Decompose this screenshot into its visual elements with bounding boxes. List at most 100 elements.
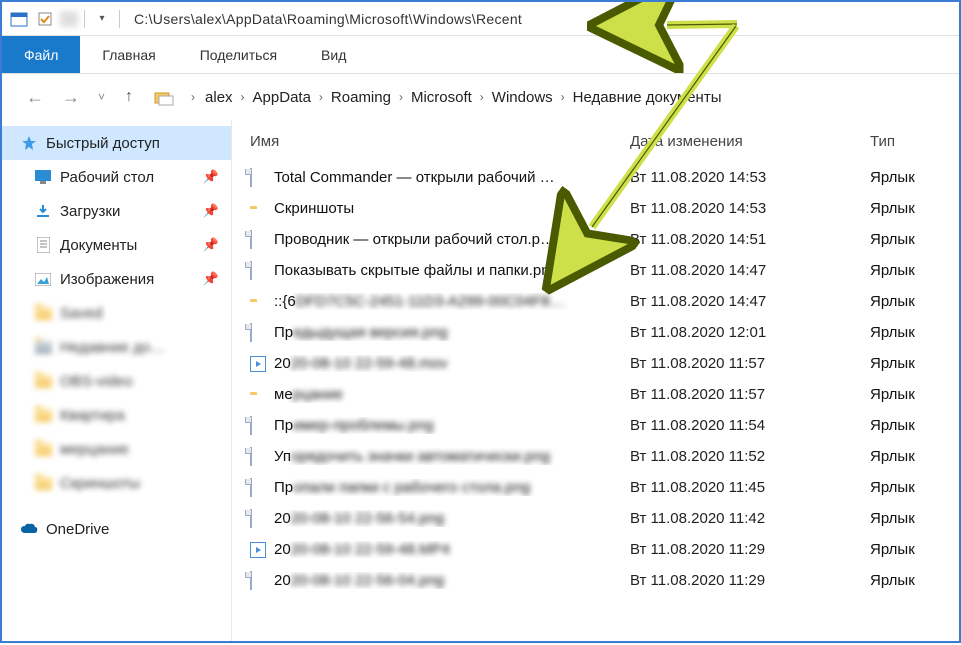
file-row[interactable]: Упорядочить значки автоматически.pngВт 1…	[232, 441, 959, 472]
file-list: Имя Дата изменения Тип Total Commander —…	[232, 120, 959, 641]
file-row[interactable]: Предыдущая версия.pngВт 11.08.2020 12:01…	[232, 317, 959, 348]
file-date: Вт 11.08.2020 11:52	[630, 448, 870, 465]
file-type: Ярлык	[870, 200, 959, 217]
file-type: Ярлык	[870, 541, 959, 558]
desktop-icon	[34, 169, 52, 185]
breadcrumb-root-icon[interactable]	[153, 88, 175, 106]
img-icon	[250, 262, 274, 279]
file-row[interactable]: СкриншотыВт 11.08.2020 14:53Ярлык	[232, 193, 959, 224]
sidebar-label: Изображения	[60, 271, 154, 288]
file-name: Пропали папки с рабочего стола.png	[274, 479, 630, 496]
tab-share[interactable]: Поделиться	[178, 36, 299, 73]
img-icon	[250, 510, 274, 527]
title-bar: ▾ C:\Users\alex\AppData\Roaming\Microsof…	[2, 2, 959, 36]
chevron-right-icon[interactable]: ›	[399, 90, 403, 104]
address-path[interactable]: C:\Users\alex\AppData\Roaming\Microsoft\…	[134, 11, 522, 27]
nav-recent-dropdown-icon[interactable]: ˅	[92, 86, 111, 108]
file-date: Вт 11.08.2020 14:53	[630, 169, 870, 186]
column-date[interactable]: Дата изменения	[630, 133, 870, 150]
sidebar-item[interactable]: Скриншоты	[2, 466, 231, 500]
img-icon	[250, 324, 274, 341]
properties-icon[interactable]	[34, 8, 56, 30]
chevron-right-icon[interactable]: ›	[561, 90, 565, 104]
nav-up-icon[interactable]: ↑	[117, 84, 141, 110]
file-row[interactable]: 2020-08-10 22-59-48.movВт 11.08.2020 11:…	[232, 348, 959, 379]
column-type[interactable]: Тип	[870, 133, 959, 150]
sidebar-item[interactable]: Недавние до…	[2, 330, 231, 364]
breadcrumb-item[interactable]: Microsoft	[411, 89, 472, 106]
sidebar-item[interactable]: Saved	[2, 296, 231, 330]
nav-back-icon[interactable]: ←	[20, 83, 50, 112]
file-row[interactable]: Пропали папки с рабочего стола.pngВт 11.…	[232, 472, 959, 503]
file-row[interactable]: 2020-08-10 22-59-48.MP4Вт 11.08.2020 11:…	[232, 534, 959, 565]
file-type: Ярлык	[870, 293, 959, 310]
chevron-right-icon[interactable]: ›	[480, 90, 484, 104]
file-name: 2020-08-10 22-56-04.png	[274, 572, 630, 589]
nav-forward-icon[interactable]: →	[56, 83, 86, 112]
breadcrumb-item[interactable]: AppData	[253, 89, 311, 106]
file-row[interactable]: Total Commander — открыли рабочий …Вт 11…	[232, 162, 959, 193]
folder-icon	[34, 441, 52, 457]
file-date: Вт 11.08.2020 11:29	[630, 572, 870, 589]
pin-icon: 📌	[203, 169, 219, 185]
file-row[interactable]: мерцаниеВт 11.08.2020 11:57Ярлык	[232, 379, 959, 410]
breadcrumb-item[interactable]: alex	[205, 89, 233, 106]
file-name: 2020-08-10 22-56-54.png	[274, 510, 630, 527]
tab-view[interactable]: Вид	[299, 36, 368, 73]
file-date: Вт 11.08.2020 14:51	[630, 231, 870, 248]
file-date: Вт 11.08.2020 11:54	[630, 417, 870, 434]
chevron-right-icon[interactable]: ›	[241, 90, 245, 104]
file-name: Предыдущая версия.png	[274, 324, 630, 341]
file-row[interactable]: ::{6DFD7C5C-2451-11D3-A299-00C04F8…Вт 11…	[232, 286, 959, 317]
chevron-right-icon[interactable]: ›	[191, 90, 195, 104]
video-icon	[250, 356, 274, 372]
breadcrumb-item[interactable]: Roaming	[331, 89, 391, 106]
pin-icon: 📌	[203, 237, 219, 253]
pin-icon: 📌	[203, 271, 219, 287]
sidebar-label: Рабочий стол	[60, 169, 154, 186]
tab-file[interactable]: Файл	[2, 36, 80, 73]
img-icon	[250, 572, 274, 589]
nav-row: ← → ˅ ↑ › alex › AppData › Roaming › Microsoft…	[2, 74, 959, 120]
file-row[interactable]: 2020-08-10 22-56-54.pngВт 11.08.2020 11:…	[232, 503, 959, 534]
folder-icon	[34, 305, 52, 321]
file-name: Упорядочить значки автоматически.png	[274, 448, 630, 465]
sidebar-onedrive[interactable]: OneDrive	[2, 512, 231, 546]
sidebar-item[interactable]: мерцание	[2, 432, 231, 466]
file-row[interactable]: Пример-проблемы.pngВт 11.08.2020 11:54Яр…	[232, 410, 959, 441]
file-name: мерцание	[274, 386, 630, 403]
sidebar-label: Документы	[60, 237, 137, 254]
file-type: Ярлык	[870, 386, 959, 403]
folder-icon	[34, 407, 52, 423]
sidebar-pictures[interactable]: Изображения 📌	[2, 262, 231, 296]
sidebar-item[interactable]: Квартира	[2, 398, 231, 432]
file-date: Вт 11.08.2020 12:01	[630, 324, 870, 341]
chevron-right-icon[interactable]: ›	[319, 90, 323, 104]
sidebar: Быстрый доступ Рабочий стол 📌 Загрузки 📌…	[2, 120, 232, 641]
breadcrumb-item[interactable]: Недавние документы	[573, 89, 722, 106]
sidebar-documents[interactable]: Документы 📌	[2, 228, 231, 262]
app-icon	[8, 8, 30, 30]
explorer-body: Быстрый доступ Рабочий стол 📌 Загрузки 📌…	[2, 120, 959, 641]
file-row[interactable]: 2020-08-10 22-56-04.pngВт 11.08.2020 11:…	[232, 565, 959, 596]
file-type: Ярлык	[870, 572, 959, 589]
sidebar-desktop[interactable]: Рабочий стол 📌	[2, 160, 231, 194]
file-row[interactable]: Показывать скрытые файлы и папки.pngВт 1…	[232, 255, 959, 286]
ribbon-tabs: Файл Главная Поделиться Вид	[2, 36, 959, 74]
sidebar-quick-access[interactable]: Быстрый доступ	[2, 126, 231, 160]
tab-home[interactable]: Главная	[80, 36, 177, 73]
dropdown-icon[interactable]: ▾	[91, 8, 113, 30]
file-date: Вт 11.08.2020 11:57	[630, 386, 870, 403]
img-icon	[250, 169, 274, 186]
img-icon	[250, 448, 274, 465]
download-icon	[34, 203, 52, 219]
file-row[interactable]: Проводник — открыли рабочий стол.p…Вт 11…	[232, 224, 959, 255]
qat-icon[interactable]	[60, 11, 78, 27]
file-date: Вт 11.08.2020 14:53	[630, 200, 870, 217]
sidebar-downloads[interactable]: Загрузки 📌	[2, 194, 231, 228]
column-name[interactable]: Имя	[250, 133, 630, 150]
file-name: Проводник — открыли рабочий стол.p…	[274, 231, 630, 248]
breadcrumb-item[interactable]: Windows	[492, 89, 553, 106]
sidebar-item[interactable]: OBS-video	[2, 364, 231, 398]
sidebar-label: OneDrive	[46, 521, 109, 538]
